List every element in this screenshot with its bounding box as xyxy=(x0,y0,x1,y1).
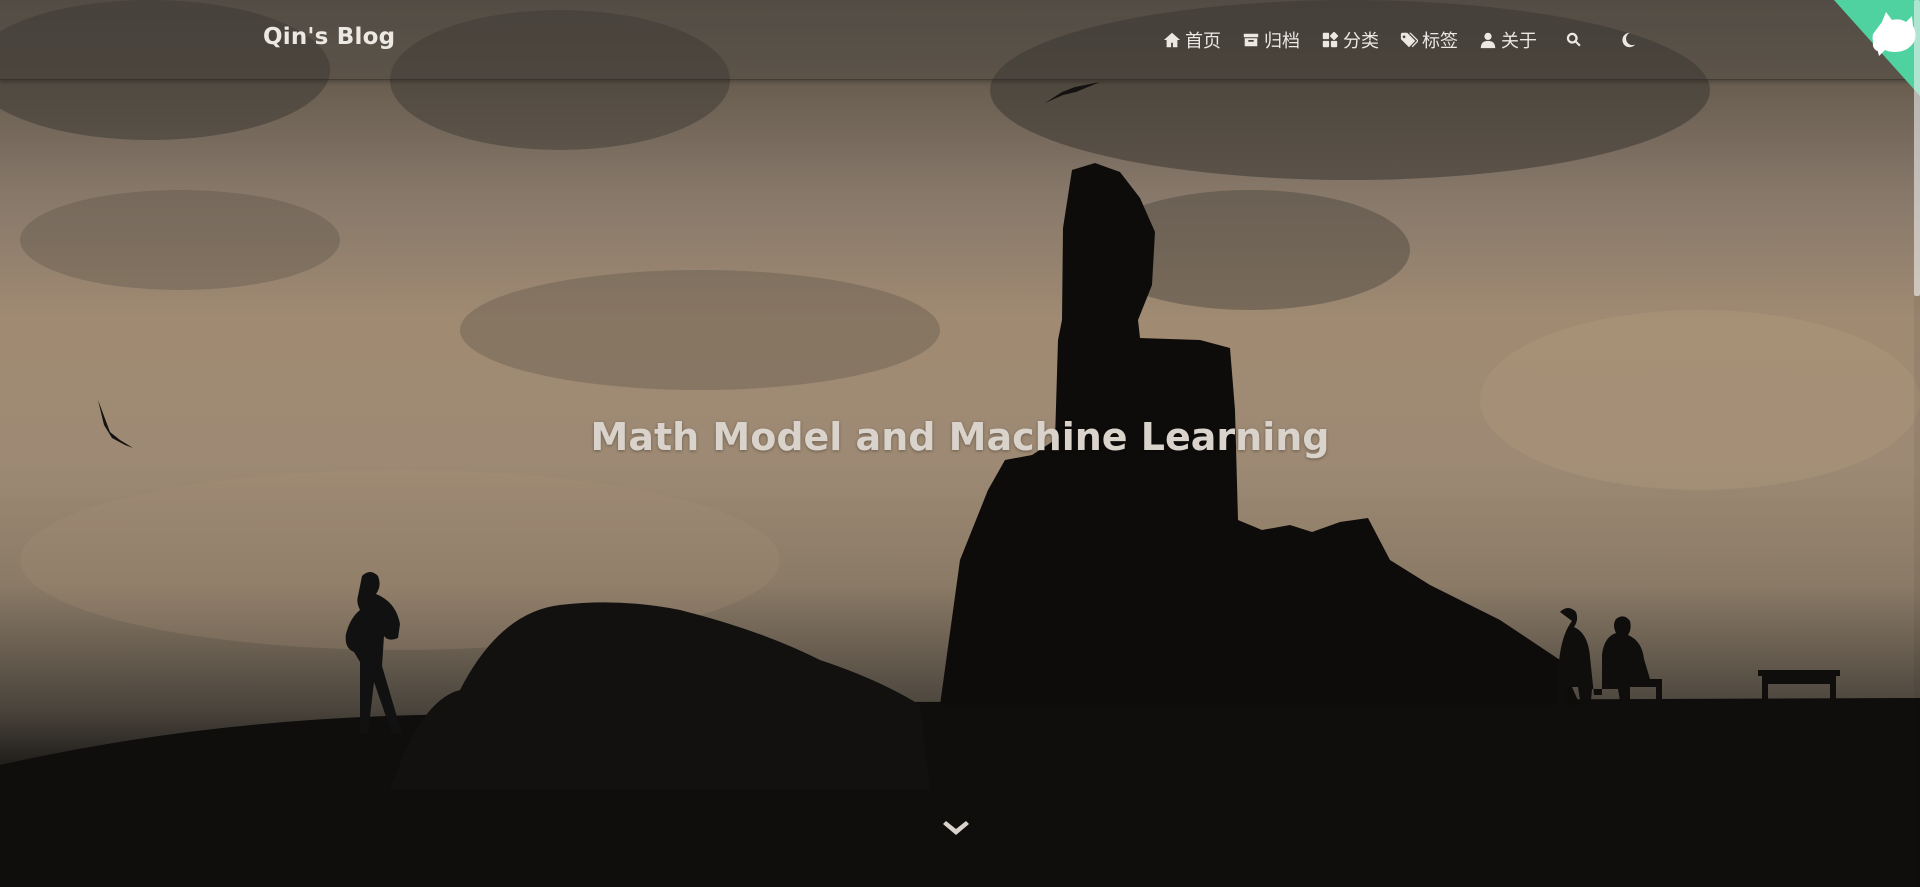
nav-item-home-label: 首页 xyxy=(1185,31,1221,52)
tags-icon xyxy=(1399,30,1419,50)
nav-item-categories[interactable]: 分类 xyxy=(1320,27,1379,53)
nav-item-tags-label: 标签 xyxy=(1422,31,1458,52)
moon-icon[interactable] xyxy=(1617,29,1639,51)
top-navbar: Qin's Blog 首页 归档 分类 标签 关于 xyxy=(0,0,1920,80)
page-scrollbar-thumb[interactable] xyxy=(1914,0,1920,296)
site-brand[interactable]: Qin's Blog xyxy=(263,24,395,50)
hero-banner: Qin's Blog 首页 归档 分类 标签 关于 Math Model and… xyxy=(0,0,1920,887)
nav-item-about[interactable]: 关于 xyxy=(1478,27,1537,53)
nav-item-tags[interactable]: 标签 xyxy=(1399,27,1458,53)
page-scrollbar[interactable] xyxy=(1914,0,1920,887)
nav-menu: 首页 归档 分类 标签 关于 xyxy=(1162,25,1665,55)
nav-item-archive[interactable]: 归档 xyxy=(1241,27,1300,53)
nav-item-about-label: 关于 xyxy=(1501,31,1537,52)
archive-icon xyxy=(1241,30,1261,50)
chevron-down-icon[interactable] xyxy=(940,818,972,842)
hero-title: Math Model and Machine Learning xyxy=(590,415,1330,459)
home-icon xyxy=(1162,30,1182,50)
user-icon xyxy=(1478,30,1498,50)
nav-item-home[interactable]: 首页 xyxy=(1162,27,1221,53)
nav-item-archive-label: 归档 xyxy=(1264,31,1300,52)
nav-item-categories-label: 分类 xyxy=(1343,31,1379,52)
search-icon[interactable] xyxy=(1563,29,1585,51)
category-icon xyxy=(1320,30,1340,50)
corner-badge[interactable] xyxy=(1816,0,1920,96)
